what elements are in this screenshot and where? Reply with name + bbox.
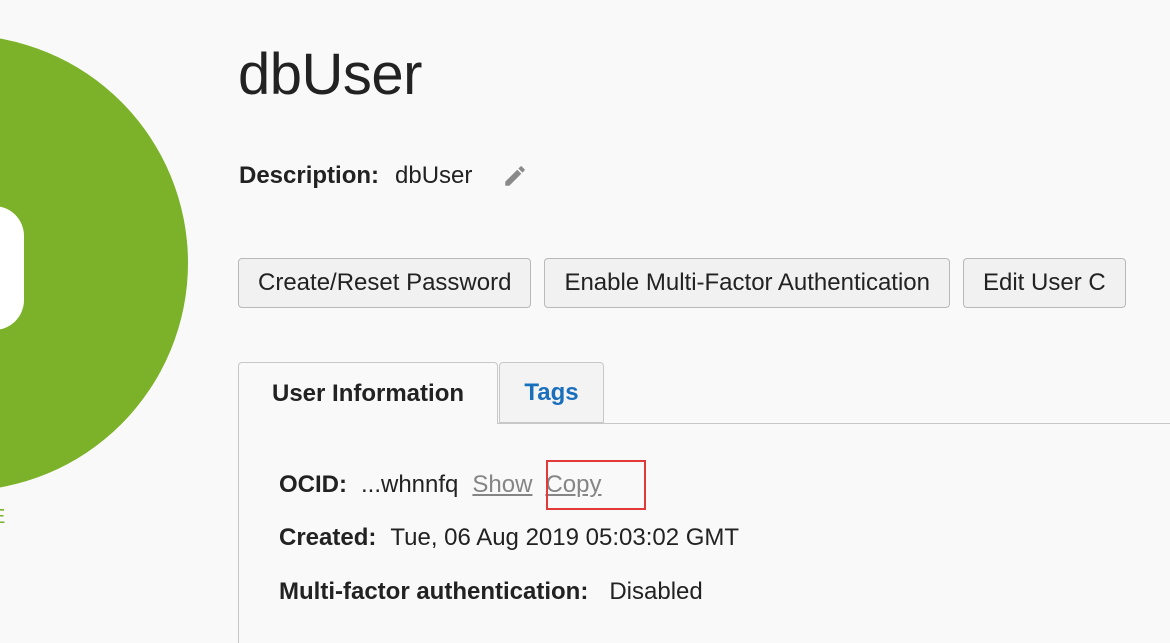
mfa-row: Multi-factor authentication: Disabled [279,578,703,606]
ocid-value: ...whnnfq [361,471,459,498]
create-reset-password-button[interactable]: Create/Reset Password [238,258,532,308]
description-value: dbUser [395,162,473,189]
mfa-value: Disabled [609,578,703,605]
tab-strip: User Information Tags [238,362,1170,424]
ocid-label: OCID: [279,471,347,498]
avatar-ring [0,38,188,488]
user-status-label: E [0,506,6,529]
tab-user-information[interactable]: User Information [238,362,498,424]
description-row: Description: dbUser [239,160,530,192]
action-button-row: Create/Reset Password Enable Multi-Facto… [238,258,1126,308]
show-ocid-link[interactable]: Show [472,471,532,499]
created-value: Tue, 06 Aug 2019 05:03:02 GMT [390,524,740,551]
description-label: Description: [239,162,380,189]
user-information-panel: OCID: ...whnnfq Show Copy Created: Tue, … [238,423,1170,643]
avatar-inner-shape [0,206,24,330]
created-label: Created: [279,524,377,551]
tab-tags[interactable]: Tags [499,362,604,423]
edit-user-button[interactable]: Edit User C [962,258,1126,308]
created-row: Created: Tue, 06 Aug 2019 05:03:02 GMT [279,524,739,552]
mfa-label: Multi-factor authentication: [279,578,589,605]
enable-mfa-button[interactable]: Enable Multi-Factor Authentication [544,258,950,308]
pencil-icon[interactable] [502,162,530,190]
ocid-row: OCID: ...whnnfq Show Copy [279,471,601,499]
copy-ocid-link[interactable]: Copy [545,471,601,499]
page-title: dbUser [238,42,422,107]
user-avatar [0,0,200,560]
